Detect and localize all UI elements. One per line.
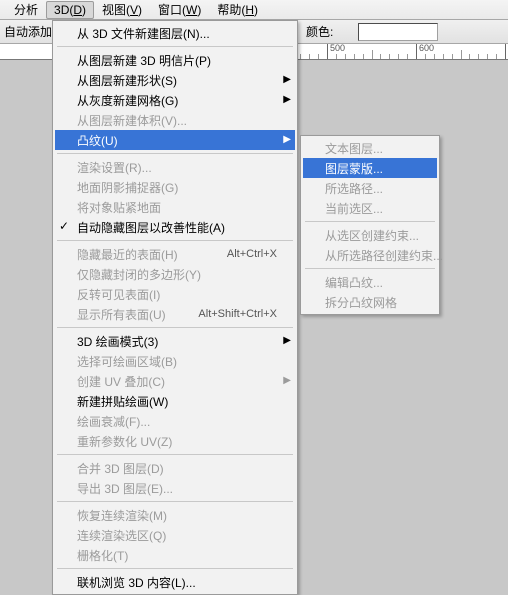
menu-item-label: 合并 3D 图层(D) [77, 460, 164, 477]
menu-3d-item-0[interactable]: 从 3D 文件新建图层(N)... [55, 23, 295, 43]
menu-item-label: 所选路径... [325, 180, 383, 197]
submenu-arrow-icon: ▶ [283, 74, 291, 85]
menu-item-label: 新建拼贴绘画(W) [77, 393, 168, 410]
menu-item-label: 自动隐藏图层以改善性能(A) [77, 219, 225, 236]
menu-3d-item-32[interactable]: 联机浏览 3D 内容(L)... [55, 572, 295, 592]
menu-3d-separator [57, 46, 293, 47]
menu-item-label: 从所选路径创建约束... [325, 247, 443, 264]
menu-3d-item-23: 重新参数化 UV(Z) [55, 431, 295, 451]
menubar-item-analysis[interactable]: 分析 [6, 0, 46, 20]
menu-item-label: 重新参数化 UV(Z) [77, 433, 172, 450]
menu-3d-item-20: 创建 UV 叠加(C) ▶ [55, 371, 295, 391]
menu-3d-separator [57, 501, 293, 502]
menu-3d-item-2[interactable]: 从图层新建 3D 明信片(P) [55, 50, 295, 70]
menu-item-label: 恢复连续渲染(M) [77, 507, 167, 524]
menu-item-label: 从灰度新建网格(G) [77, 92, 178, 109]
menu-3d-item-29: 连续渲染选区(Q) [55, 525, 295, 545]
submenu-arrow-icon: ▶ [283, 134, 291, 145]
submenu-arrow-icon: ▶ [283, 335, 291, 346]
menu-3d-item-22: 绘画衰减(F)... [55, 411, 295, 431]
menu-3d-item-15: 反转可见表面(I) [55, 284, 295, 304]
menu-item-label: 导出 3D 图层(E)... [77, 480, 173, 497]
menu-3d: 从 3D 文件新建图层(N)...从图层新建 3D 明信片(P)从图层新建形状(… [52, 20, 298, 595]
submenu-tuwen-item-5: 从选区创建约束... [303, 225, 437, 245]
submenu-tuwen-item-8: 编辑凸纹... [303, 272, 437, 292]
menu-item-label: 当前选区... [325, 200, 383, 217]
submenu-tuwen-separator [305, 268, 435, 269]
menu-item-label: 文本图层... [325, 140, 383, 157]
submenu-tuwen-item-6: 从所选路径创建约束... [303, 245, 437, 265]
menu-3d-item-9: 地面阴影捕捉器(G) [55, 177, 295, 197]
menu-item-label: 反转可见表面(I) [77, 286, 160, 303]
submenu-arrow-icon: ▶ [283, 375, 291, 386]
menu-item-label: 联机浏览 3D 内容(L)... [77, 574, 196, 591]
color-input[interactable] [358, 23, 438, 41]
menu-item-label: 编辑凸纹... [325, 274, 383, 291]
submenu-tuwen-separator [305, 221, 435, 222]
menu-3d-item-21[interactable]: 新建拼贴绘画(W) [55, 391, 295, 411]
menu-3d-item-14: 仅隐藏封闭的多边形(Y) [55, 264, 295, 284]
submenu-tuwen-item-2: 所选路径... [303, 178, 437, 198]
menu-item-label: 从图层新建 3D 明信片(P) [77, 52, 211, 69]
menu-item-label: 凸纹(U) [77, 132, 118, 149]
menu-3d-item-19: 选择可绘画区域(B) [55, 351, 295, 371]
menu-3d-separator [57, 327, 293, 328]
menu-3d-item-4[interactable]: 从灰度新建网格(G) ▶ [55, 90, 295, 110]
submenu-tuwen-item-0: 文本图层... [303, 138, 437, 158]
menu-3d-item-16: 显示所有表面(U) Alt+Shift+Ctrl+X [55, 304, 295, 324]
menu-item-label: 连续渲染选区(Q) [77, 527, 166, 544]
submenu-tuwen-item-9: 拆分凸纹网格 [303, 292, 437, 312]
menu-3d-item-13: 隐藏最近的表面(H) Alt+Ctrl+X [55, 244, 295, 264]
menubar-item-help[interactable]: 帮助(H) [209, 0, 266, 20]
menu-item-label: 3D 绘画模式(3) [77, 333, 158, 350]
menu-3d-item-10: 将对象贴紧地面 [55, 197, 295, 217]
submenu-tuwen-item-1[interactable]: 图层蒙版... [303, 158, 437, 178]
menu-3d-item-5: 从图层新建体积(V)... [55, 110, 295, 130]
submenu-arrow-icon: ▶ [283, 94, 291, 105]
submenu-tuwen: 文本图层...图层蒙版...所选路径...当前选区...从选区创建约束...从所… [300, 135, 440, 315]
menu-item-label: 图层蒙版... [325, 160, 383, 177]
menu-item-label: 从 3D 文件新建图层(N)... [77, 25, 210, 42]
menu-item-label: 绘画衰减(F)... [77, 413, 150, 430]
menu-item-label: 地面阴影捕捉器(G) [77, 179, 178, 196]
menu-item-label: 显示所有表面(U) [77, 306, 166, 323]
menu-item-label: 将对象贴紧地面 [77, 199, 161, 216]
menu-3d-separator [57, 240, 293, 241]
menu-item-accel: Alt+Shift+Ctrl+X [198, 308, 277, 320]
submenu-tuwen-item-3: 当前选区... [303, 198, 437, 218]
menu-3d-item-28: 恢复连续渲染(M) [55, 505, 295, 525]
menu-item-accel: Alt+Ctrl+X [227, 248, 277, 260]
menu-3d-item-18[interactable]: 3D 绘画模式(3) ▶ [55, 331, 295, 351]
menubar-item-3d[interactable]: 3D(D) [46, 1, 94, 19]
menu-item-label: 从图层新建体积(V)... [77, 112, 187, 129]
menubar-item-view[interactable]: 视图(V) [94, 0, 150, 20]
menu-3d-item-6[interactable]: 凸纹(U) ▶ [55, 130, 295, 150]
menu-3d-separator [57, 454, 293, 455]
menu-3d-item-25: 合并 3D 图层(D) [55, 458, 295, 478]
menu-item-label: 选择可绘画区域(B) [77, 353, 177, 370]
menu-item-label: 渲染设置(R)... [77, 159, 152, 176]
menubar: 分析 3D(D) 视图(V) 窗口(W) 帮助(H) [0, 0, 508, 20]
menu-item-label: 隐藏最近的表面(H) [77, 246, 178, 263]
menu-item-label: 从选区创建约束... [325, 227, 419, 244]
check-icon: ✓ [59, 219, 69, 233]
toolbar-label-color: 颜色: [306, 23, 333, 40]
menu-item-label: 仅隐藏封闭的多边形(Y) [77, 266, 201, 283]
menu-item-label: 拆分凸纹网格 [325, 294, 397, 311]
menu-3d-item-26: 导出 3D 图层(E)... [55, 478, 295, 498]
menu-item-label: 栅格化(T) [77, 547, 128, 564]
menu-item-label: 创建 UV 叠加(C) [77, 373, 165, 390]
menu-3d-item-8: 渲染设置(R)... [55, 157, 295, 177]
menu-3d-item-30: 栅格化(T) [55, 545, 295, 565]
menu-3d-item-3[interactable]: 从图层新建形状(S) ▶ [55, 70, 295, 90]
menu-3d-separator [57, 153, 293, 154]
menu-item-label: 从图层新建形状(S) [77, 72, 177, 89]
menubar-item-window[interactable]: 窗口(W) [150, 0, 209, 20]
menu-3d-item-11[interactable]: ✓ 自动隐藏图层以改善性能(A) [55, 217, 295, 237]
